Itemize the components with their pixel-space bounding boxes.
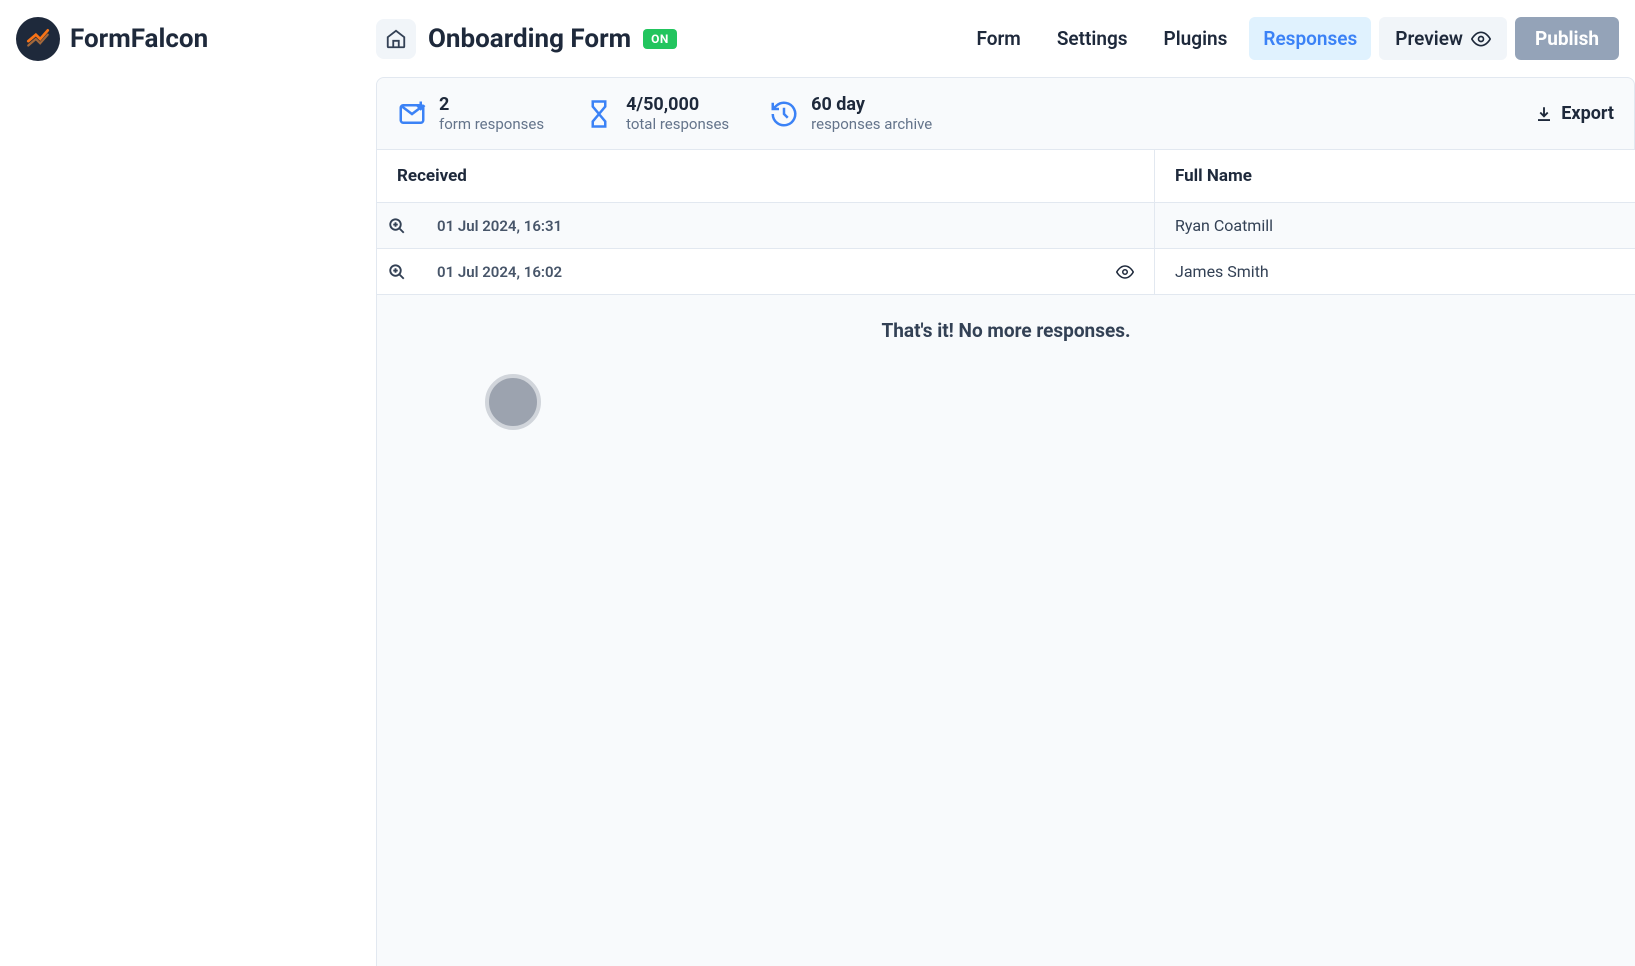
table-header: Received Full Name <box>376 150 1635 203</box>
row-full-name: Ryan Coatmill <box>1155 216 1635 235</box>
stat-archive: 60 day responses archive <box>769 94 932 133</box>
stat-label: total responses <box>626 115 729 133</box>
nav-settings[interactable]: Settings <box>1043 17 1142 60</box>
preview-label: Preview <box>1395 27 1463 50</box>
view-response-button[interactable] <box>377 263 417 281</box>
stat-value: 2 <box>439 94 544 115</box>
stat-label: responses archive <box>811 115 932 133</box>
nav-form[interactable]: Form <box>962 17 1034 60</box>
nav-plugins[interactable]: Plugins <box>1150 17 1242 60</box>
stat-value: 60 day <box>811 94 932 115</box>
stat-value: 4/50,000 <box>626 94 729 115</box>
export-label: Export <box>1561 103 1614 124</box>
export-button[interactable]: Export <box>1535 103 1614 124</box>
column-full-name: Full Name <box>1155 150 1635 202</box>
content-area <box>376 366 1635 966</box>
eye-icon <box>1116 263 1134 281</box>
cursor-indicator <box>485 374 541 430</box>
history-icon <box>769 99 799 129</box>
zoom-icon <box>388 217 406 235</box>
zoom-icon <box>388 263 406 281</box>
logo-icon[interactable] <box>16 17 60 61</box>
stat-form-responses: 2 form responses <box>397 94 544 133</box>
publish-button[interactable]: Publish <box>1515 17 1619 60</box>
view-response-button[interactable] <box>377 217 417 235</box>
row-received: 01 Jul 2024, 16:02 <box>417 249 1155 294</box>
status-badge: ON <box>643 29 677 49</box>
row-received: 01 Jul 2024, 16:31 <box>417 203 1155 248</box>
hourglass-icon <box>584 99 614 129</box>
table-row[interactable]: 01 Jul 2024, 16:02 James Smith <box>376 249 1635 295</box>
logo-area: FormFalcon <box>16 17 376 61</box>
empty-state-message: That's it! No more responses. <box>376 295 1635 366</box>
nav-responses[interactable]: Responses <box>1249 17 1371 60</box>
mail-download-icon <box>397 99 427 129</box>
brand-name: FormFalcon <box>70 24 208 54</box>
stat-label: form responses <box>439 115 544 133</box>
stats-bar: 2 form responses 4/50,000 total response… <box>376 77 1635 150</box>
download-icon <box>1535 105 1553 123</box>
column-received: Received <box>377 150 1155 202</box>
row-full-name: James Smith <box>1155 262 1635 281</box>
table-row[interactable]: 01 Jul 2024, 16:31 Ryan Coatmill <box>376 203 1635 249</box>
home-button[interactable] <box>376 19 416 59</box>
page-title: Onboarding Form <box>428 24 631 54</box>
stat-total-responses: 4/50,000 total responses <box>584 94 729 133</box>
preview-button[interactable]: Preview <box>1379 17 1507 60</box>
eye-icon <box>1471 29 1491 49</box>
